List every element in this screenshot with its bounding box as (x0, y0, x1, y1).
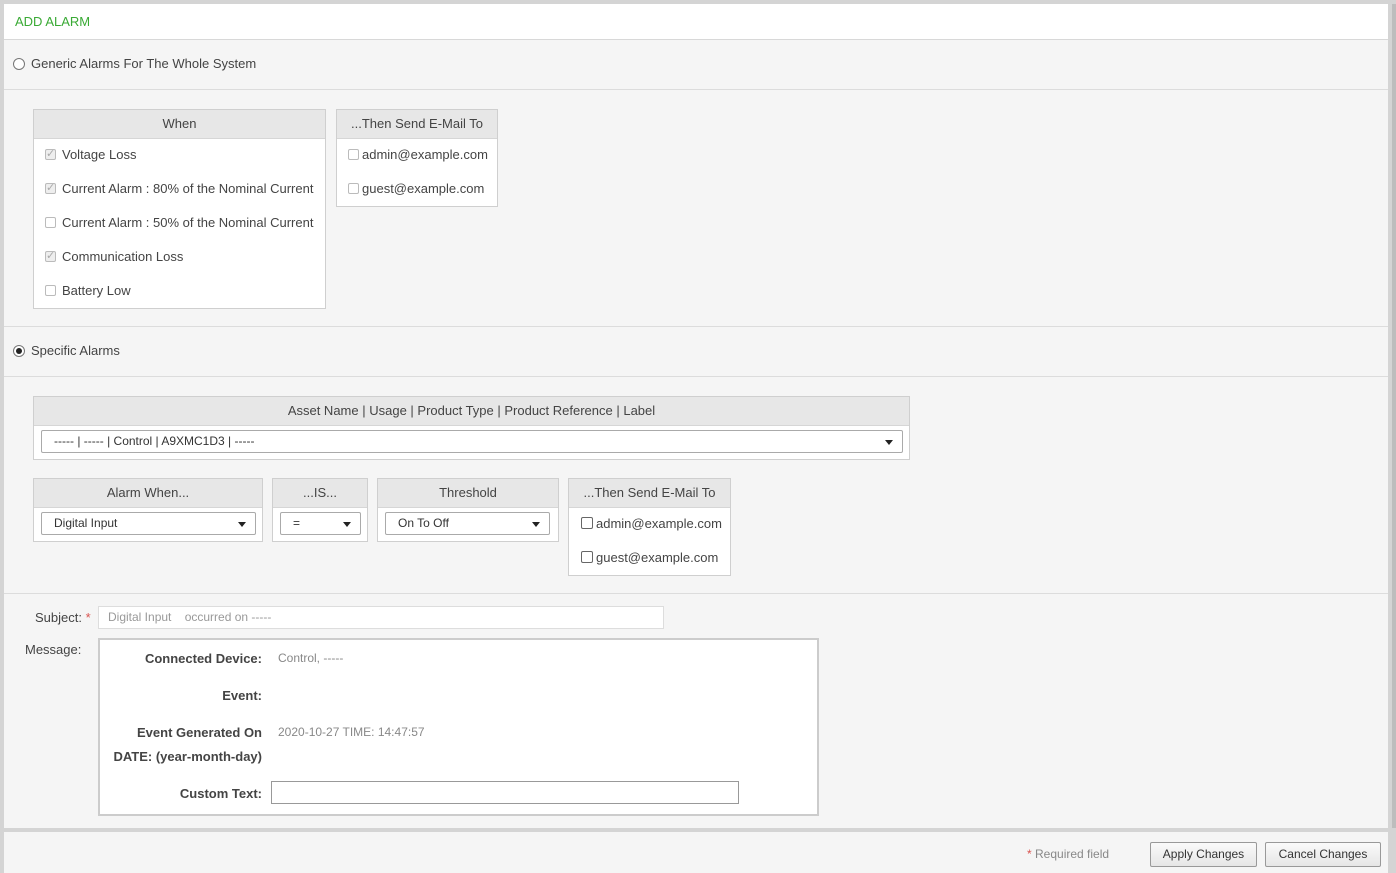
checkbox[interactable] (45, 181, 56, 194)
alarm-when-header: Alarm When... (34, 479, 262, 508)
condition-current-50[interactable]: Current Alarm : 50% of the Nominal Curre… (45, 215, 313, 233)
divider (4, 89, 1388, 90)
event-generated-value: 2020-10-27 TIME: 14:47:57 (278, 725, 425, 739)
is-box: ...IS... = (272, 478, 368, 542)
generic-email-admin[interactable]: admin@example.com (348, 147, 488, 165)
specific-email-header: ...Then Send E-Mail To (569, 479, 730, 508)
chevron-down-icon (343, 522, 351, 527)
connected-device-value: Control, ----- (278, 651, 344, 665)
condition-current-80[interactable]: Current Alarm : 80% of the Nominal Curre… (45, 181, 313, 199)
checkbox[interactable] (348, 149, 359, 160)
message-box: Connected Device: Control, ----- Event: … (98, 638, 819, 816)
divider (4, 593, 1388, 594)
alarm-when-box: Alarm When... Digital Input (33, 478, 263, 542)
specific-alarms-label: Specific Alarms (31, 343, 120, 358)
page-title: ADD ALARM (15, 14, 91, 29)
checkbox[interactable] (45, 217, 56, 228)
title-bar: ADD ALARM (4, 4, 1388, 40)
subject-label: Subject: * (35, 610, 91, 625)
threshold-header: Threshold (378, 479, 558, 508)
asset-box: Asset Name | Usage | Product Type | Prod… (33, 396, 910, 460)
generic-email-header: ...Then Send E-Mail To (337, 110, 497, 139)
specific-email-guest[interactable]: guest@example.com (581, 550, 718, 568)
event-generated-label: Event Generated On (137, 725, 262, 740)
generic-when-box: When Voltage Loss Current Alarm : 80% of… (33, 109, 326, 309)
checkbox[interactable] (581, 517, 593, 529)
generic-email-guest[interactable]: guest@example.com (348, 181, 484, 199)
chevron-down-icon (885, 440, 893, 445)
checkbox[interactable] (45, 249, 56, 262)
asset-select[interactable]: ----- | ----- | Control | A9XMC1D3 | ---… (41, 430, 903, 453)
event-generated-date-label: DATE: (year-month-day) (113, 749, 262, 764)
required-field-note: * Required field (1027, 847, 1110, 861)
custom-text-label: Custom Text: (179, 786, 262, 801)
condition-battery-low[interactable]: Battery Low (45, 283, 131, 301)
event-label: Event: (222, 688, 262, 703)
specific-email-box: ...Then Send E-Mail To admin@example.com… (568, 478, 731, 576)
chevron-down-icon (238, 522, 246, 527)
asset-header: Asset Name | Usage | Product Type | Prod… (34, 397, 909, 426)
threshold-select[interactable]: On To Off (385, 512, 550, 535)
specific-alarms-radio[interactable] (13, 345, 25, 357)
checkbox[interactable] (45, 147, 56, 160)
generic-alarms-label: Generic Alarms For The Whole System (31, 56, 257, 71)
checkbox[interactable] (581, 551, 593, 563)
scrollbar[interactable] (1392, 4, 1396, 828)
required-mark: * (85, 610, 91, 625)
condition-voltage-loss[interactable]: Voltage Loss (45, 147, 136, 165)
condition-communication-loss[interactable]: Communication Loss (45, 249, 183, 267)
generic-email-box: ...Then Send E-Mail To admin@example.com… (336, 109, 498, 207)
specific-email-admin[interactable]: admin@example.com (581, 516, 722, 534)
checkbox[interactable] (348, 183, 359, 194)
is-select[interactable]: = (280, 512, 361, 535)
is-header: ...IS... (273, 479, 367, 508)
custom-text-input[interactable] (271, 781, 739, 804)
apply-changes-button[interactable]: Apply Changes (1150, 842, 1257, 867)
subject-input[interactable]: Digital Input occurred on ----- (98, 606, 664, 629)
connected-device-label: Connected Device: (144, 651, 262, 666)
footer: * Required field Apply Changes Cancel Ch… (4, 832, 1388, 873)
threshold-box: Threshold On To Off (377, 478, 559, 542)
generic-when-header: When (34, 110, 325, 139)
divider (4, 326, 1388, 327)
message-label: Message: (25, 642, 82, 657)
generic-alarms-radio[interactable] (13, 58, 25, 70)
alarm-when-select[interactable]: Digital Input (41, 512, 256, 535)
add-alarm-panel: ADD ALARM Generic Alarms For The Whole S… (4, 4, 1388, 828)
chevron-down-icon (532, 522, 540, 527)
checkbox[interactable] (45, 285, 56, 296)
divider (4, 376, 1388, 377)
cancel-changes-button[interactable]: Cancel Changes (1265, 842, 1381, 867)
